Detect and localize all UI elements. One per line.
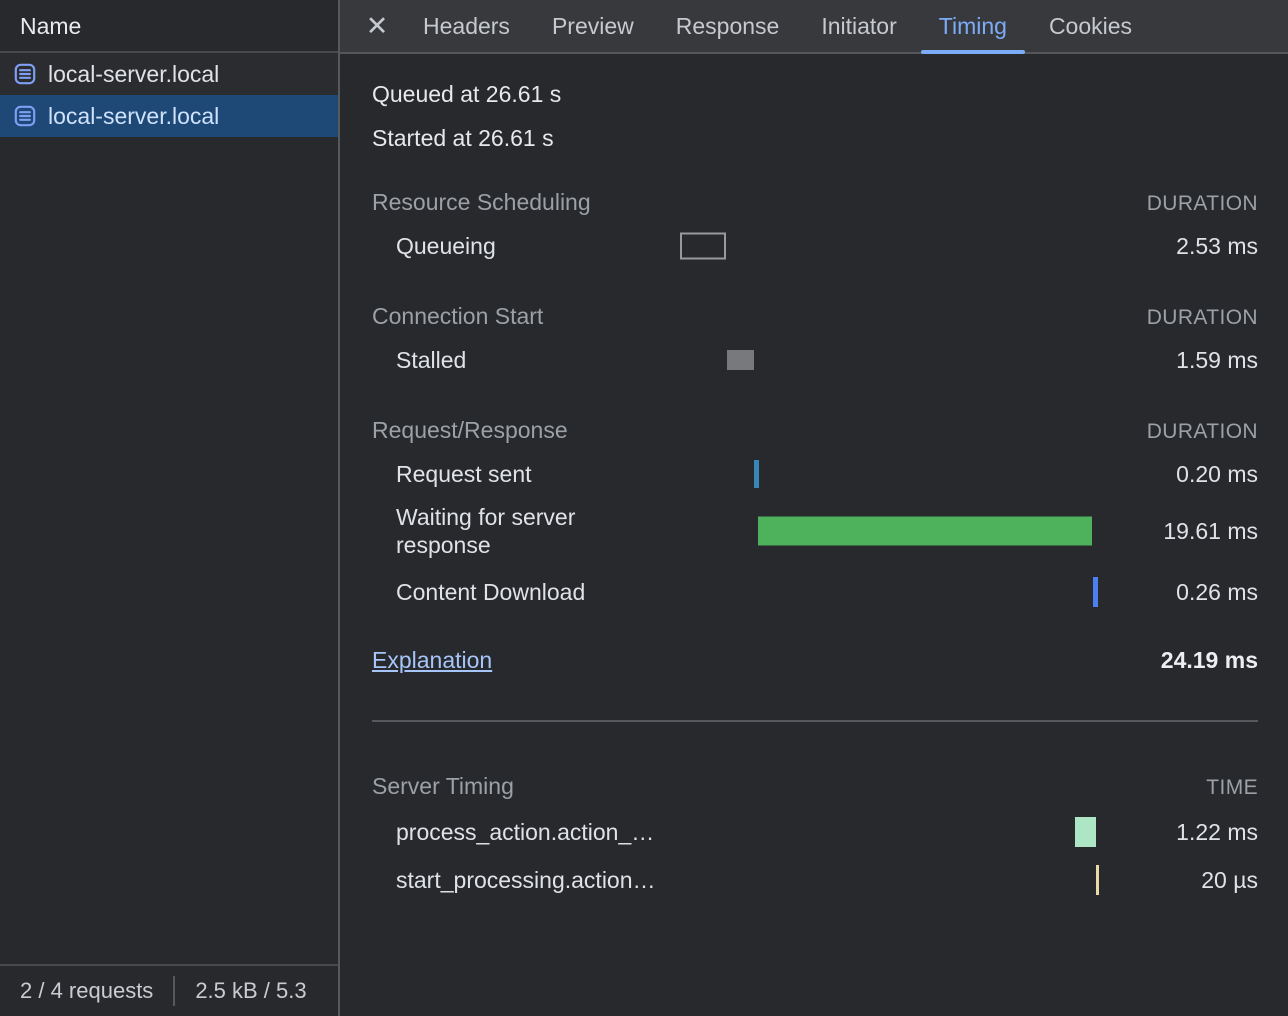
section-divider	[372, 720, 1258, 722]
timing-section: Request/Response DURATION Request sent 0.20…	[372, 416, 1258, 612]
tab-preview[interactable]: Preview	[531, 0, 655, 52]
timing-label: process_action.action_…	[372, 818, 646, 846]
timing-value: 0.20 ms	[1176, 461, 1258, 488]
timing-value: 1.22 ms	[1176, 819, 1258, 846]
section-title: Request/Response	[372, 416, 568, 444]
timing-bar	[680, 233, 726, 260]
timing-value: 0.26 ms	[1176, 579, 1258, 606]
name-column-header[interactable]: Name	[0, 0, 338, 53]
close-icon[interactable]: ✕	[352, 0, 402, 52]
request-row[interactable]: local-server.local	[0, 95, 338, 137]
summary-divider	[173, 976, 175, 1006]
column-header: DURATION	[1147, 190, 1258, 218]
section-header: Server Timing TIME	[372, 772, 1258, 802]
timing-row: Queueing 2.53 ms	[372, 226, 1258, 266]
section-header: Connection Start DURATION	[372, 302, 1258, 332]
timing-label: Stalled	[372, 346, 466, 374]
tab-cookies[interactable]: Cookies	[1028, 0, 1153, 52]
started-at-text: Started at 26.61 s	[372, 124, 1258, 152]
request-detail-panel: ✕ Headers Preview Response Initiator Timing C…	[340, 0, 1288, 1016]
timing-bar	[754, 460, 759, 488]
tab-label: Cookies	[1049, 13, 1132, 40]
tab-label: Headers	[423, 13, 510, 40]
timing-row: Waiting for server response 19.61 ms	[372, 500, 1258, 562]
tab-initiator[interactable]: Initiator	[800, 0, 917, 52]
timing-row: Request sent 0.20 ms	[372, 454, 1258, 494]
tab-label: Response	[676, 13, 780, 40]
timing-section: Connection Start DURATION Stalled 1.59 ms	[372, 302, 1258, 380]
section-header: Request/Response DURATION	[372, 416, 1258, 446]
timing-bar	[1075, 817, 1096, 847]
timing-value: 2.53 ms	[1176, 233, 1258, 260]
timing-value: 19.61 ms	[1163, 518, 1258, 545]
column-header: TIME	[1206, 774, 1258, 802]
tab-label: Preview	[552, 13, 634, 40]
tab-label: Timing	[939, 13, 1007, 40]
timing-row: start_processing.action… 20 µs	[372, 858, 1258, 902]
section-title: Resource Scheduling	[372, 188, 591, 216]
tab-response[interactable]: Response	[655, 0, 801, 52]
timing-bar	[727, 350, 754, 370]
timing-label: Content Download	[372, 578, 585, 606]
explanation-link[interactable]: Explanation	[372, 647, 492, 674]
timing-section: Server Timing TIME process_action.action_……	[372, 772, 1258, 902]
timing-sections: Resource Scheduling DURATION Queueing 2.53 …	[372, 188, 1258, 612]
timing-bar	[1093, 577, 1098, 607]
document-icon	[12, 61, 38, 87]
tab-headers[interactable]: Headers	[402, 0, 531, 52]
timing-section: Resource Scheduling DURATION Queueing 2.53 …	[372, 188, 1258, 266]
queued-at-text: Queued at 26.61 s	[372, 80, 1258, 108]
section-header: Resource Scheduling DURATION	[372, 188, 1258, 218]
column-header: DURATION	[1147, 418, 1258, 446]
timing-row: Stalled 1.59 ms	[372, 340, 1258, 380]
timing-label: Waiting for server response	[372, 503, 646, 559]
column-header: DURATION	[1147, 304, 1258, 332]
timing-label: start_processing.action…	[372, 866, 646, 894]
tab-timing[interactable]: Timing	[918, 0, 1028, 52]
section-title: Server Timing	[372, 772, 514, 800]
timing-bar	[1096, 865, 1099, 895]
document-icon	[12, 103, 38, 129]
timing-bar	[758, 517, 1092, 546]
timing-row: process_action.action_… 1.22 ms	[372, 810, 1258, 854]
timing-value: 20 µs	[1201, 867, 1258, 894]
requests-count: 2 / 4 requests	[20, 978, 153, 1004]
timing-label: Queueing	[372, 232, 496, 260]
timing-value: 1.59 ms	[1176, 347, 1258, 374]
request-list: local-server.local local-server.local	[0, 53, 338, 964]
tab-label: Initiator	[821, 13, 896, 40]
request-name: local-server.local	[48, 103, 219, 130]
detail-tabbar: ✕ Headers Preview Response Initiator Timing C…	[340, 0, 1288, 54]
timing-label: Request sent	[372, 460, 532, 488]
requests-sidebar: Name local-server.locallocal-server.loca…	[0, 0, 340, 1016]
devtools-network-panel: Name local-server.locallocal-server.loca…	[0, 0, 1288, 1016]
request-name: local-server.local	[48, 61, 219, 88]
total-duration: 24.19 ms	[1161, 647, 1258, 674]
timing-row: Content Download 0.26 ms	[372, 572, 1258, 612]
section-title: Connection Start	[372, 302, 543, 330]
timing-tab-content: Queued at 26.61 s Started at 26.61 s Res…	[340, 54, 1288, 1016]
timing-total-row: Explanation 24.19 ms	[372, 646, 1258, 674]
request-row[interactable]: local-server.local	[0, 53, 338, 95]
detail-tabs: Headers Preview Response Initiator Timing Coo…	[402, 0, 1153, 52]
server-timing-section: Server Timing TIME process_action.action_……	[372, 772, 1258, 902]
network-summary-bar: 2 / 4 requests 2.5 kB / 5.3	[0, 964, 338, 1016]
transferred-size: 2.5 kB / 5.3	[195, 978, 306, 1004]
